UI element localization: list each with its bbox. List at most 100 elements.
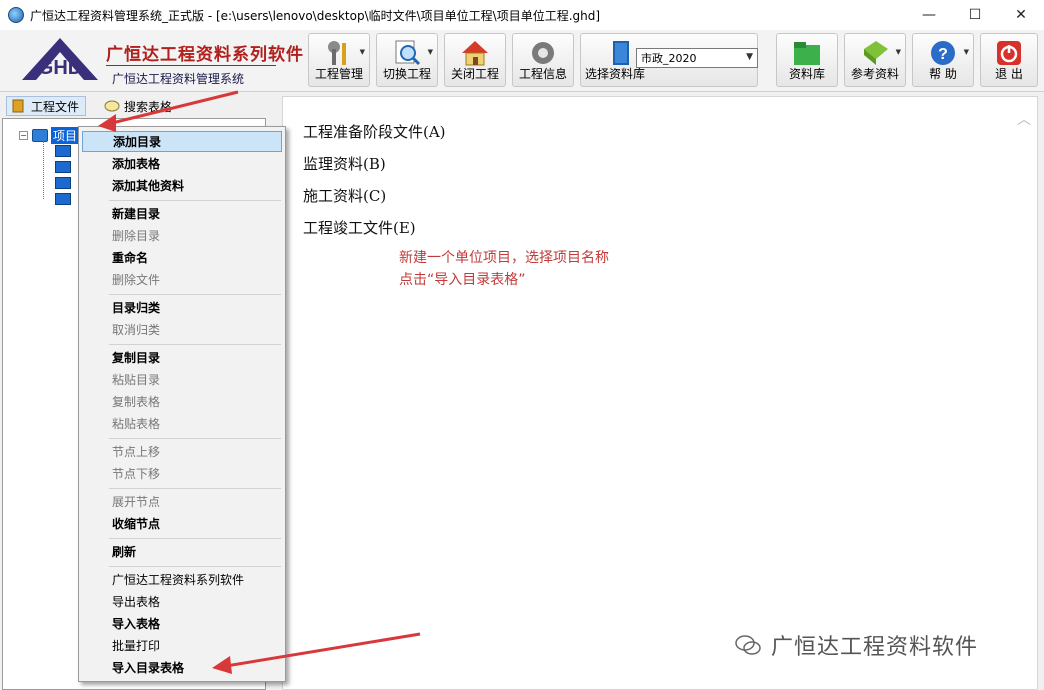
tree-root-label: 项目	[51, 127, 80, 144]
brand-underline	[106, 65, 276, 66]
menu-item-copy-directory[interactable]: 复制目录	[82, 347, 282, 368]
dropdown-arrow-icon: ▼	[427, 48, 433, 56]
menu-separator	[109, 438, 281, 439]
menu-item-software-series[interactable]: 广恒达工程资料系列软件	[82, 569, 282, 590]
tools-icon	[328, 41, 346, 65]
annotation-note-line2: 点击“导入目录表格”	[399, 272, 526, 288]
watermark-text: 广恒达工程资料软件	[771, 635, 979, 660]
gear-icon	[532, 42, 554, 64]
menu-item-uncategorize: 取消归类	[112, 323, 161, 337]
material-library-button[interactable]: 资料库	[776, 33, 838, 87]
menu-item-import-directory-table[interactable]: 导入目录表格	[82, 657, 282, 678]
window-controls: — ☐ ✕	[906, 0, 1044, 30]
menu-item-refresh[interactable]: 刷新	[82, 541, 282, 562]
close-project-label: 关闭工程	[450, 67, 499, 81]
close-window-button[interactable]: ✕	[998, 0, 1044, 30]
project-management-label: 工程管理	[314, 67, 363, 81]
brand-name: 广恒达工程资料系列软件	[106, 45, 304, 65]
menu-item-copy-table: 复制表格	[112, 395, 161, 409]
project-management-button[interactable]: ▼ 工程管理	[308, 33, 370, 87]
toolbar: GHD 广恒达工程资料系列软件 广恒达工程资料管理系统 ▼ 工程管理 ▼ 切换工…	[0, 30, 1044, 92]
tab-search-tables[interactable]: 搜索表格	[104, 96, 172, 116]
maximize-button[interactable]: ☐	[952, 0, 998, 30]
switch-project-label: 切换工程	[382, 67, 431, 81]
menu-separator	[109, 538, 281, 539]
company-logo: GHD	[22, 38, 98, 80]
menu-item-move-up: 节点上移	[112, 445, 161, 459]
tree-child-folder-icon[interactable]	[55, 161, 71, 173]
folder-icon	[32, 129, 48, 142]
reference-label: 参考资料	[850, 67, 899, 81]
scroll-up-icon[interactable]: ︿	[1017, 109, 1031, 129]
menu-item-categorize[interactable]: 目录归类	[82, 297, 282, 318]
svg-text:GHD: GHD	[38, 57, 82, 79]
menu-separator	[109, 344, 281, 345]
tab-project-files[interactable]: 工程文件	[6, 96, 87, 116]
help-icon: ?	[931, 41, 955, 65]
exit-label: 退 出	[995, 67, 1023, 81]
material-library-label: 资料库	[788, 67, 825, 81]
section-link[interactable]: 工程准备阶段文件(A)	[303, 121, 446, 142]
section-link[interactable]: 工程竣工文件(E)	[303, 217, 416, 238]
file-icon	[12, 99, 24, 113]
tree-root-node[interactable]: − 项目	[19, 127, 80, 144]
reference-button[interactable]: ▼ 参考资料	[844, 33, 906, 87]
menu-item-paste-directory: 粘贴目录	[112, 373, 161, 387]
menu-item-add-directory[interactable]: 添加目录	[82, 131, 282, 152]
home-icon	[462, 41, 488, 66]
exit-button[interactable]: 退 出	[980, 33, 1038, 87]
project-info-button[interactable]: 工程信息	[512, 33, 574, 87]
tree-child-folder-icon[interactable]	[55, 193, 71, 205]
help-label: 帮 助	[929, 67, 957, 81]
title-bar: 广恒达工程资料管理系统_正式版 - [e:\users\lenovo\deskt…	[0, 0, 1044, 30]
folder-icon	[794, 42, 820, 65]
help-button[interactable]: ? ▼ 帮 助	[912, 33, 974, 87]
power-icon	[997, 41, 1021, 65]
dropdown-arrow-icon: ▼	[895, 48, 901, 56]
brand-subtitle: 广恒达工程资料管理系统	[112, 72, 245, 86]
book-icon	[613, 41, 629, 65]
menu-separator	[109, 200, 281, 201]
menu-item-collapse-node[interactable]: 收缩节点	[82, 513, 282, 534]
menu-separator	[109, 566, 281, 567]
project-info-label: 工程信息	[518, 67, 567, 81]
library-select[interactable]: 市政_2020 ▼	[636, 48, 758, 68]
menu-item-delete-directory: 删除目录	[112, 229, 161, 243]
menu-item-paste-table: 粘贴表格	[112, 417, 161, 431]
chevron-down-icon: ▼	[746, 52, 753, 62]
menu-item-move-down: 节点下移	[112, 467, 161, 481]
section-link[interactable]: 监理资料(B)	[303, 153, 386, 174]
menu-item-add-table[interactable]: 添加表格	[82, 153, 282, 174]
side-tabs: 工程文件 搜索表格	[0, 93, 280, 117]
menu-item-add-other[interactable]: 添加其他资料	[82, 175, 282, 196]
tree-child-folder-icon[interactable]	[55, 145, 71, 157]
menu-item-batch-print[interactable]: 批量打印	[82, 635, 282, 656]
menu-item-delete-file: 删除文件	[112, 273, 161, 287]
menu-separator	[109, 294, 281, 295]
svg-text:?: ?	[938, 46, 948, 63]
tree-child-folder-icon[interactable]	[55, 177, 71, 189]
content-panel: 工程准备阶段文件(A) 监理资料(B) 施工资料(C) 工程竣工文件(E) ︿ …	[282, 96, 1038, 690]
tab-project-files-label: 工程文件	[31, 99, 80, 114]
annotation-note-line1: 新建一个单位项目，选择项目名称	[399, 250, 609, 266]
app-icon	[8, 7, 24, 23]
menu-item-new-directory[interactable]: 新建目录	[82, 203, 282, 224]
menu-item-export-table[interactable]: 导出表格	[82, 591, 282, 612]
tree-connector	[43, 141, 44, 199]
dropdown-arrow-icon: ▼	[359, 48, 365, 56]
window-title: 广恒达工程资料管理系统_正式版 - [e:\users\lenovo\deskt…	[30, 8, 601, 23]
wechat-icon	[735, 635, 761, 655]
close-project-button[interactable]: 关闭工程	[444, 33, 506, 87]
section-link[interactable]: 施工资料(C)	[303, 185, 386, 206]
reference-book-icon	[864, 41, 888, 65]
menu-item-rename[interactable]: 重命名	[82, 247, 282, 268]
switch-project-button[interactable]: ▼ 切换工程	[376, 33, 438, 87]
minimize-button[interactable]: —	[906, 0, 952, 30]
menu-item-import-table[interactable]: 导入表格	[82, 613, 282, 634]
magnifier-document-icon	[395, 40, 421, 66]
menu-item-expand-node: 展开节点	[112, 495, 161, 509]
watermark: 广恒达工程资料软件	[735, 629, 978, 661]
tab-search-tables-label: 搜索表格	[124, 99, 173, 114]
collapse-icon[interactable]: −	[19, 131, 28, 140]
context-menu: 添加目录 添加表格 添加其他资料 新建目录 删除目录 重命名 删除文件 目录归类…	[78, 126, 286, 682]
